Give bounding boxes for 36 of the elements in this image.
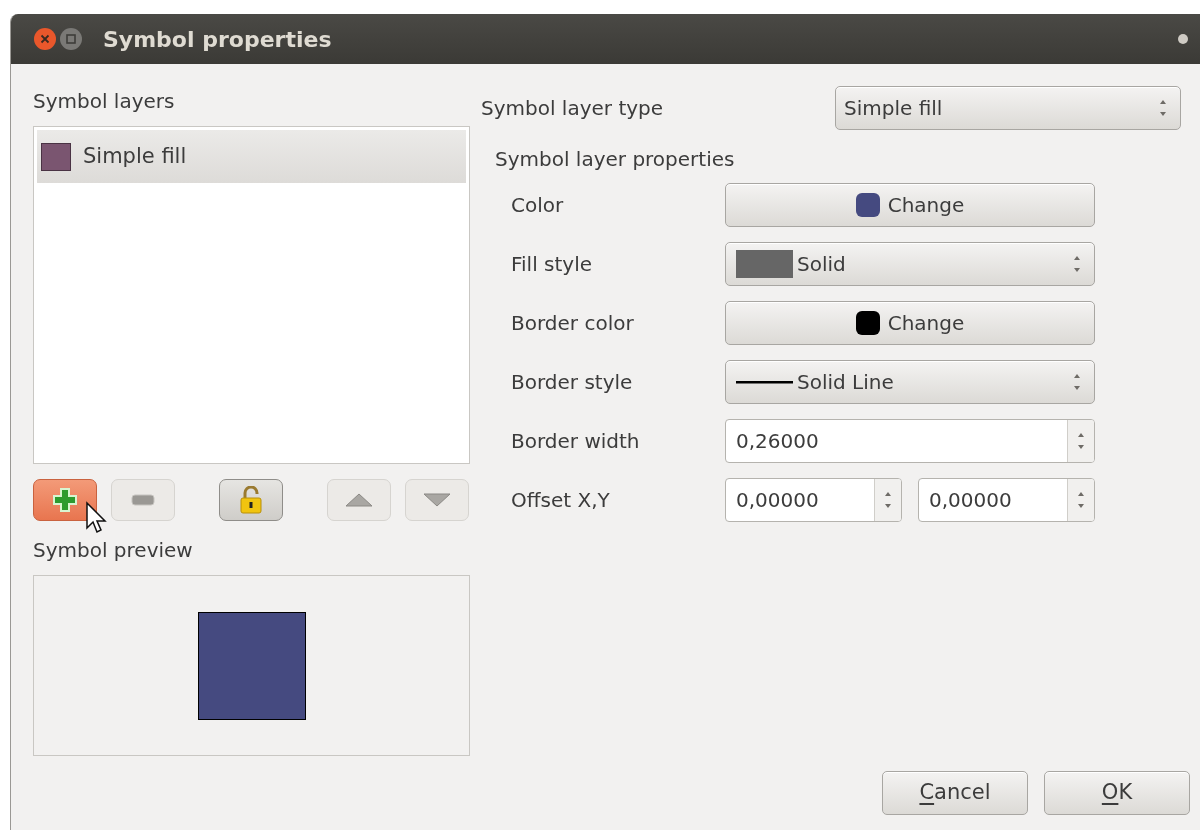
field-label: Border style bbox=[510, 369, 634, 396]
section-label: Symbol layers bbox=[33, 88, 176, 115]
mouse-cursor-icon bbox=[85, 501, 107, 535]
window-title: Symbol properties bbox=[103, 25, 332, 54]
style-dropdown[interactable]: Solid bbox=[725, 242, 1095, 286]
spin-field[interactable]: 0,26000 bbox=[725, 419, 1095, 463]
padlock-icon bbox=[239, 486, 263, 514]
spin-field[interactable]: 0,00000 bbox=[918, 478, 1095, 522]
layer-type-dropdown[interactable]: Simple fill bbox=[835, 86, 1181, 130]
spin-field[interactable]: 0,00000 bbox=[725, 478, 902, 522]
triangle-up-icon bbox=[344, 492, 374, 508]
close-icon[interactable] bbox=[33, 27, 57, 51]
field-label: Offset X,Y bbox=[510, 487, 611, 514]
field-label: Color bbox=[510, 192, 565, 219]
layer-list-item[interactable]: Simple fill bbox=[37, 130, 466, 183]
field-label: Border color bbox=[510, 310, 635, 337]
line-swatch-icon bbox=[736, 380, 793, 384]
maximize-icon[interactable] bbox=[59, 27, 83, 51]
add-layer-button[interactable] bbox=[33, 479, 97, 521]
ok-button[interactable]: OK bbox=[1044, 771, 1190, 815]
lock-layer-button[interactable] bbox=[219, 479, 283, 521]
field-label: Border width bbox=[510, 428, 641, 455]
triangle-down-icon bbox=[422, 492, 452, 508]
menu-dot-icon[interactable] bbox=[1176, 32, 1190, 46]
style-dropdown[interactable]: Solid Line bbox=[725, 360, 1095, 404]
change-color-button[interactable]: Change bbox=[725, 183, 1095, 227]
plus-icon bbox=[52, 487, 78, 513]
field-label: Symbol layer type bbox=[481, 95, 665, 122]
change-color-button[interactable]: Change bbox=[725, 301, 1095, 345]
section-label: Symbol preview bbox=[33, 537, 194, 564]
cancel-button[interactable]: Cancel bbox=[882, 771, 1028, 815]
fill-swatch-icon bbox=[736, 250, 793, 278]
remove-layer-button[interactable] bbox=[111, 479, 175, 521]
section-label: Symbol layer properties bbox=[495, 146, 736, 173]
minus-icon bbox=[131, 494, 155, 506]
field-label: Fill style bbox=[510, 251, 594, 278]
